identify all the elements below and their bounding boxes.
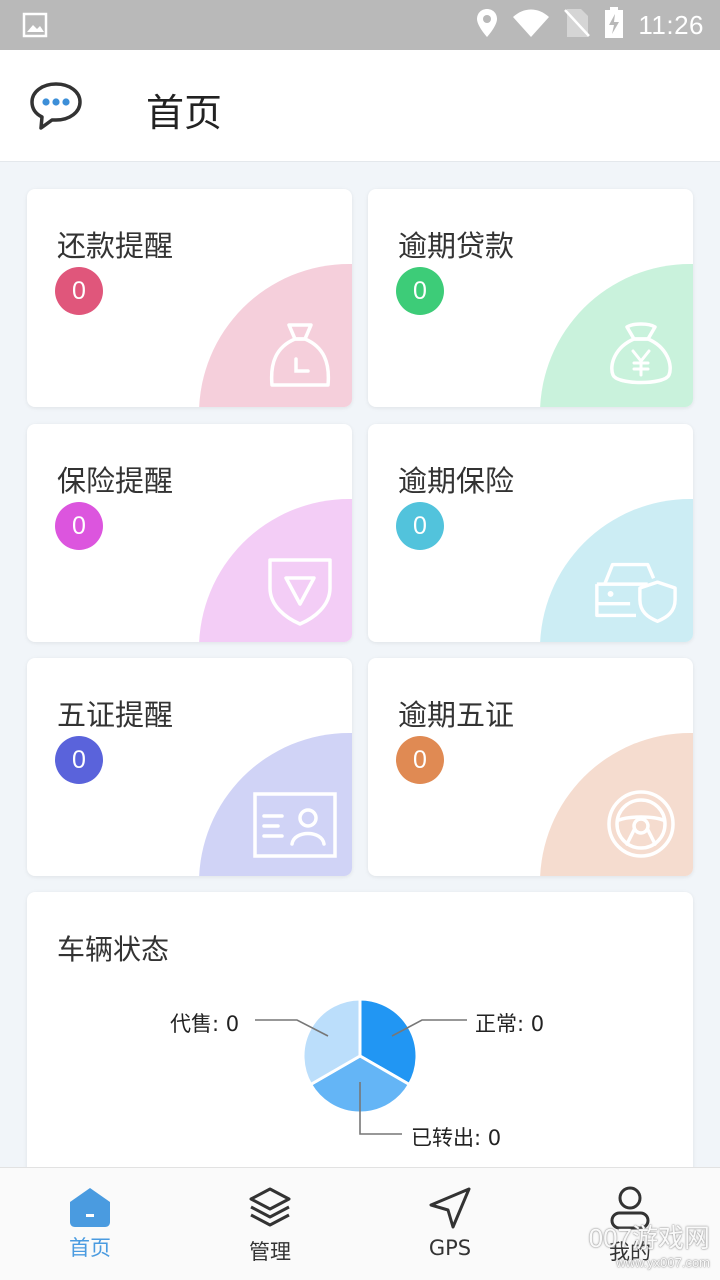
gallery-notification-icon: [22, 12, 48, 42]
vehicle-status-pie-chart: [255, 997, 467, 1135]
watermark: 007游戏网 www.yx007.com: [589, 1218, 710, 1270]
tab-gps[interactable]: GPS: [360, 1168, 540, 1280]
navigation-arrow-icon: [429, 1187, 471, 1229]
vehicle-status-card: 车辆状态 正常: 0 已转出: 0 代售: 0: [27, 892, 693, 1182]
status-bar: 11:26: [0, 0, 720, 50]
steering-wheel-icon: [607, 790, 675, 858]
messages-button[interactable]: [28, 80, 84, 132]
card-overdue-documents[interactable]: 逾期五证 0: [368, 658, 693, 876]
app-bar: 首页: [0, 50, 720, 162]
watermark-main: 007游戏网: [588, 1223, 710, 1253]
card-label: 保险提醒: [57, 464, 174, 498]
tab-label: 首页: [69, 1236, 111, 1260]
count-badge: 0: [396, 736, 444, 784]
card-insurance-reminder[interactable]: 保险提醒 0: [27, 424, 352, 642]
page-title: 首页: [146, 91, 223, 135]
car-shield-icon: [595, 562, 677, 623]
tab-label: GPS: [428, 1236, 472, 1260]
card-documents-reminder[interactable]: 五证提醒 0: [27, 658, 352, 876]
no-sim-icon: [564, 8, 591, 42]
count-badge: 0: [396, 267, 444, 315]
pie-label-consignment: 代售: 0: [170, 1012, 240, 1036]
card-label: 逾期五证: [398, 698, 515, 732]
bottom-tab-bar: 首页 管理 GPS 我的 007游戏网 www.yx007.com: [0, 1167, 720, 1280]
card-overdue-insurance[interactable]: 逾期保险 0: [368, 424, 693, 642]
clock: 11:26: [638, 9, 704, 40]
watermark-sub: www.yx007.com: [616, 1255, 710, 1270]
layers-icon: [249, 1187, 291, 1227]
pie-label-transferred: 已转出: 0: [411, 1126, 502, 1150]
count-badge: 0: [55, 736, 103, 784]
pie-label-normal: 正常: 0: [475, 1012, 545, 1036]
count-badge: 0: [55, 502, 103, 550]
card-label: 五证提醒: [57, 698, 174, 732]
tab-label: 管理: [249, 1240, 291, 1264]
battery-charging-icon: [604, 7, 624, 43]
yuan-money-bag-icon: [610, 322, 672, 385]
home-icon: [70, 1188, 110, 1227]
tab-home[interactable]: 首页: [0, 1168, 180, 1280]
id-card-icon: [253, 792, 337, 858]
shield-icon: [268, 558, 332, 626]
chat-bubble-icon: [30, 82, 82, 130]
card-repayment-reminder[interactable]: 还款提醒 0: [27, 189, 352, 407]
card-label: 逾期贷款: [398, 229, 515, 263]
money-bag-clock-icon: [269, 323, 331, 387]
card-label: 还款提醒: [57, 229, 174, 263]
card-label: 逾期保险: [398, 464, 515, 498]
count-badge: 0: [396, 502, 444, 550]
count-badge: 0: [55, 267, 103, 315]
wifi-icon: [512, 8, 550, 42]
card-overdue-loan[interactable]: 逾期贷款 0: [368, 189, 693, 407]
tab-manage[interactable]: 管理: [180, 1168, 360, 1280]
location-icon: [476, 8, 498, 42]
